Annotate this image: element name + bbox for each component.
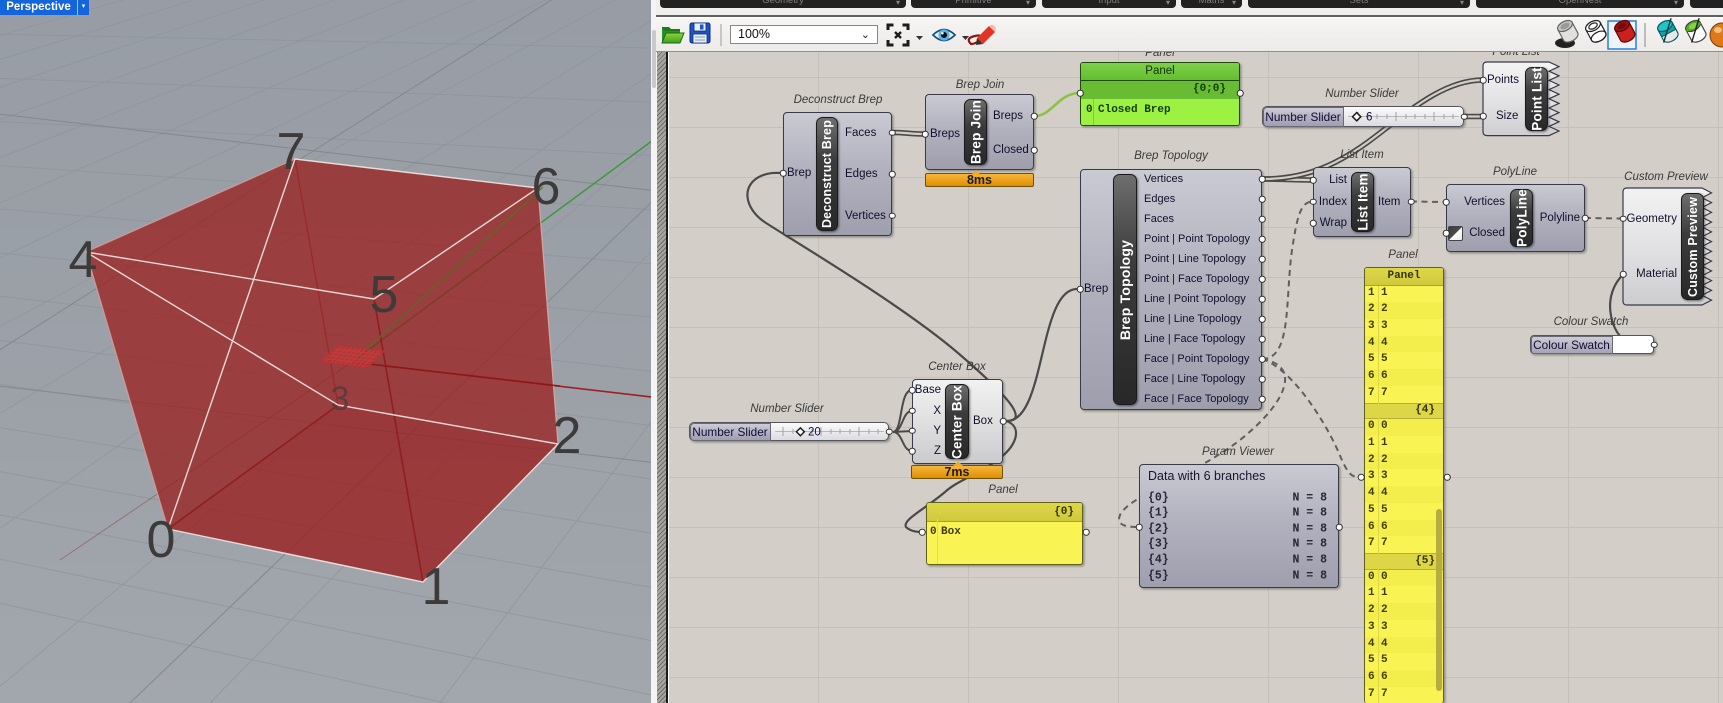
svg-text:20: 20: [808, 427, 821, 439]
svg-text:6: 6: [1366, 112, 1372, 124]
